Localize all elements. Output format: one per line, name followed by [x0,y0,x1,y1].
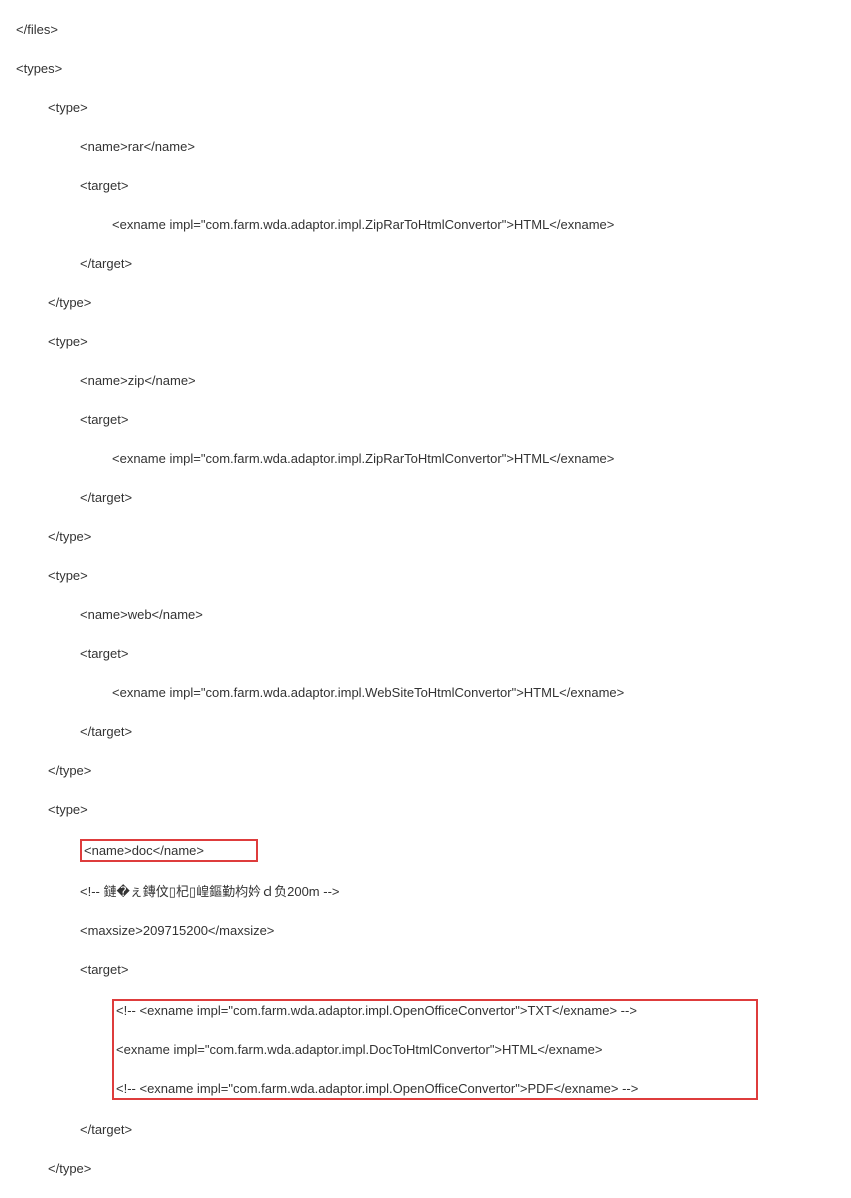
code-line: <types> [0,59,851,79]
code-line: <exname impl="com.farm.wda.adaptor.impl.… [116,1040,754,1060]
code-line: </target> [0,488,851,508]
code-line: <type> [0,800,851,820]
code-line: <!-- <exname impl="com.farm.wda.adaptor.… [116,1079,754,1099]
code-line: <target> [0,960,851,980]
code-line: <exname impl="com.farm.wda.adaptor.impl.… [0,215,851,235]
code-line: <type> [0,98,851,118]
code-line: </type> [0,761,851,781]
code-line: <!-- <exname impl="com.farm.wda.adaptor.… [116,1001,754,1021]
code-line: <type> [0,332,851,352]
code-line: <exname impl="com.farm.wda.adaptor.impl.… [0,683,851,703]
code-line: </target> [0,254,851,274]
code-line: <exname impl="com.farm.wda.adaptor.impl.… [0,449,851,469]
code-line: <!-- 鏈�ぇ鏄伩▯杞▯崲鏂勤枃妗ｄ负200m --> [0,882,851,902]
highlight-box-name-doc: <name>doc</name> [80,839,258,863]
code-line: </type> [0,527,851,547]
code-line: </type> [0,1159,851,1179]
code-line: <maxsize>209715200</maxsize> [0,921,851,941]
code-line: </target> [0,1120,851,1140]
code-line: </files> [0,20,851,40]
code-line: </target> [0,722,851,742]
code-line: </type> [0,293,851,313]
code-line: <type> [0,566,851,586]
highlight-box-exname-group: <!-- <exname impl="com.farm.wda.adaptor.… [112,999,758,1101]
code-line: <name>web</name> [0,605,851,625]
code-line: <name>doc</name> [84,841,254,861]
code-line: <name>zip</name> [0,371,851,391]
code-line: <name>rar</name> [0,137,851,157]
code-line: <target> [0,176,851,196]
code-line: <target> [0,410,851,430]
code-line: <target> [0,644,851,664]
xml-code-block: </files> <types> <type> <name>rar</name>… [0,0,851,1198]
